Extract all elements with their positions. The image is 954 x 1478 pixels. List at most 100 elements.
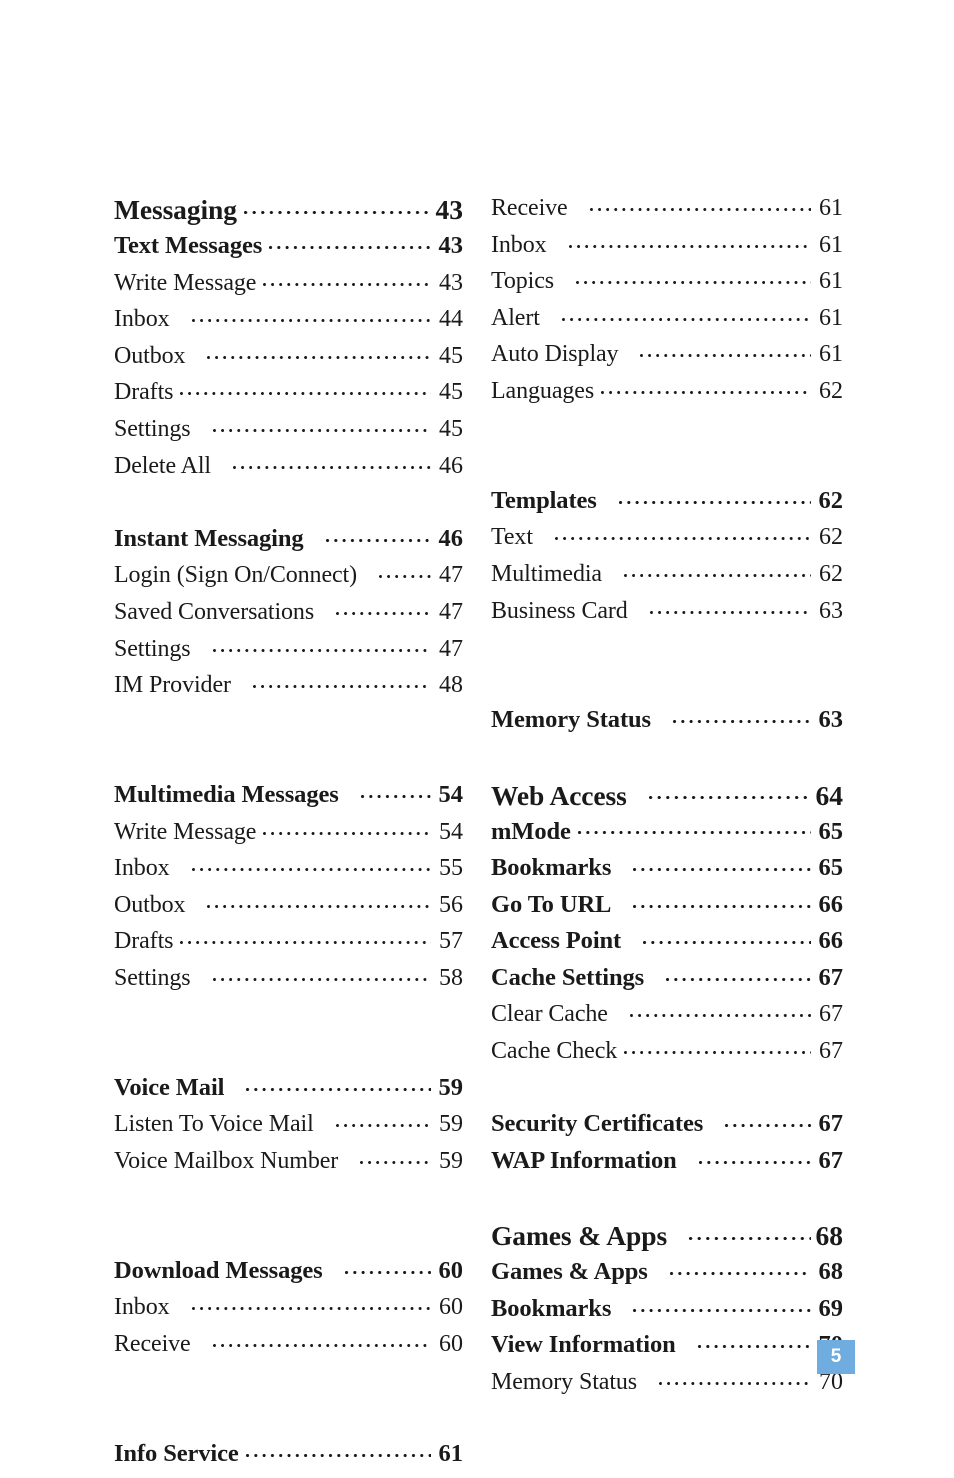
toc-dot-leader	[577, 823, 811, 839]
toc-entry[interactable]: Text 62	[491, 525, 843, 562]
toc-entry-title: Memory Status	[491, 1368, 638, 1395]
toc-entry-page-number: 65	[818, 817, 844, 845]
toc-entry[interactable]: Security Certificates 67	[491, 1112, 843, 1149]
toc-entry[interactable]: Drafts 45	[114, 380, 463, 417]
toc-entry-page-number: 61	[819, 231, 843, 258]
toc-entry[interactable]: Cache Settings 67	[491, 965, 843, 1003]
toc-entry[interactable]: Info Service 61	[114, 1441, 463, 1478]
toc-entry[interactable]: Voice Mail 59	[114, 1073, 464, 1113]
toc-entry[interactable]: Topics 61	[491, 269, 843, 306]
toc-entry-page-number: 57	[439, 928, 463, 955]
toc-entry[interactable]: Languages 62	[491, 379, 843, 416]
toc-entry-page-number: 45	[439, 415, 463, 442]
toc-dot-leader	[624, 565, 811, 581]
toc-dot-leader	[336, 603, 431, 619]
toc-entry-title: Delete All	[114, 452, 211, 479]
toc-dot-leader	[263, 823, 431, 839]
toc-entry-page-number: 59	[438, 1073, 464, 1101]
toc-dot-leader	[689, 1229, 811, 1245]
toc-entry[interactable]: Games & Apps 68	[491, 1260, 843, 1297]
toc-column-right: Receive 61 Inbox 61 Topics 61 Alert 61 Auto Disp…	[477, 196, 954, 1478]
toc-entry[interactable]: Outbox 45	[114, 344, 463, 381]
toc-entry-title: Login (Sign On/Connect)	[114, 562, 358, 589]
toc-entry-page-number: 47	[439, 598, 463, 625]
toc-entry[interactable]: Saved Conversations 47	[114, 600, 463, 637]
toc-entry[interactable]: Download Messages 60	[114, 1256, 464, 1296]
toc-entry[interactable]: Receive 60	[114, 1332, 463, 1369]
toc-entry[interactable]: Delete All 46	[114, 454, 463, 491]
toc-entry[interactable]: View Information70	[491, 1333, 843, 1370]
toc-entry[interactable]: Multimedia Messages 54	[114, 782, 463, 820]
toc-entry[interactable]: Instant Messaging 46	[114, 524, 464, 564]
toc-entry-title: Multimedia	[491, 560, 602, 587]
toc-entry-page-number: 60	[438, 1256, 464, 1284]
toc-entry[interactable]: Inbox 44	[114, 307, 463, 344]
toc-dot-leader	[648, 789, 811, 805]
toc-spacer	[491, 1076, 843, 1113]
toc-spacer	[491, 745, 843, 782]
toc-entry-title: Security Certificates	[491, 1110, 704, 1138]
toc-entry[interactable]: WAP Information 67	[491, 1148, 843, 1186]
toc-entry-title: Write Message	[114, 269, 257, 296]
toc-entry-title: Outbox	[114, 891, 186, 918]
toc-entry[interactable]: Text Messages 43	[114, 233, 463, 271]
toc-entry-page-number: 60	[439, 1294, 463, 1321]
toc-entry[interactable]: Bookmarks 69	[491, 1296, 843, 1334]
toc-entry[interactable]: Voice Mailbox Number 59	[114, 1149, 463, 1186]
toc-entry-page-number: 56	[439, 891, 463, 918]
toc-entry[interactable]: Inbox 60	[114, 1295, 463, 1332]
toc-entry[interactable]: Web Access 64	[491, 781, 843, 820]
toc-entry[interactable]: Inbox 55	[114, 856, 463, 893]
toc-entry-page-number: 61	[819, 304, 843, 331]
toc-dot-leader	[263, 274, 431, 290]
toc-entry[interactable]: Business Card 63	[491, 599, 843, 636]
toc-entry[interactable]: Inbox 61	[491, 233, 843, 270]
toc-entry[interactable]: Bookmarks 65	[491, 856, 843, 893]
toc-entry[interactable]: Games & Apps 68	[491, 1222, 843, 1260]
toc-entry-page-number: 61	[819, 268, 843, 295]
toc-entry[interactable]: Write Message 54	[114, 820, 463, 857]
toc-entry-page-number: 46	[438, 524, 464, 552]
toc-entry[interactable]: Settings 45	[114, 417, 463, 454]
toc-entry[interactable]: Messaging 43	[114, 196, 463, 234]
toc-entry[interactable]: Clear Cache 67	[491, 1002, 843, 1039]
toc-dot-leader	[207, 896, 431, 912]
toc-entry[interactable]: mMode 65	[491, 817, 844, 857]
toc-entry[interactable]: Write Message 43	[114, 271, 463, 308]
toc-entry[interactable]: Memory Status 63	[491, 708, 843, 745]
toc-entry[interactable]: Outbox 56	[114, 893, 463, 930]
toc-entry[interactable]: Cache Check 67	[491, 1039, 843, 1076]
toc-entry[interactable]: IM Provider 48	[114, 673, 463, 710]
toc-entry[interactable]: Settings 58	[114, 966, 463, 1003]
toc-entry[interactable]: Alert 61	[491, 306, 843, 343]
toc-dot-leader	[643, 932, 811, 948]
toc-entry[interactable]: Login (Sign On/Connect) 47	[114, 563, 463, 600]
toc-entry[interactable]: Multimedia 62	[491, 562, 843, 599]
toc-dot-leader	[212, 420, 431, 436]
toc-entry-page-number: 46	[439, 452, 463, 479]
toc-dot-leader	[633, 859, 811, 875]
toc-entry[interactable]: Access Point 66	[491, 929, 843, 966]
toc-entry[interactable]: Auto Display 61	[491, 342, 843, 379]
toc-entry[interactable]: Memory Status 70	[491, 1370, 843, 1407]
toc-entry[interactable]: Receive 61	[491, 196, 843, 233]
toc-entry[interactable]: Templates 62	[491, 488, 843, 526]
toc-spacer	[114, 1405, 463, 1442]
toc-dot-leader	[360, 1152, 431, 1168]
toc-entry-title: Topics	[491, 268, 555, 295]
toc-entry-page-number: 62	[819, 560, 843, 587]
toc-dot-leader	[669, 1263, 811, 1279]
toc-entry[interactable]: Settings 47	[114, 637, 463, 674]
toc-entry[interactable]: Drafts 57	[114, 929, 463, 966]
toc-spacer	[114, 710, 463, 747]
toc-entry-title: Languages	[491, 377, 595, 404]
toc-spacer	[491, 416, 843, 453]
toc-entry-page-number: 68	[818, 1258, 844, 1286]
toc-entry[interactable]: Listen To Voice Mail 59	[114, 1112, 463, 1149]
toc-entry-page-number: 61	[819, 195, 843, 221]
toc-spacer	[114, 1222, 463, 1259]
toc-entry[interactable]: Go To URL 66	[491, 892, 843, 930]
toc-spacer	[491, 672, 843, 709]
toc-dot-leader	[232, 457, 431, 473]
toc-entry-title: Receive	[114, 1330, 191, 1357]
